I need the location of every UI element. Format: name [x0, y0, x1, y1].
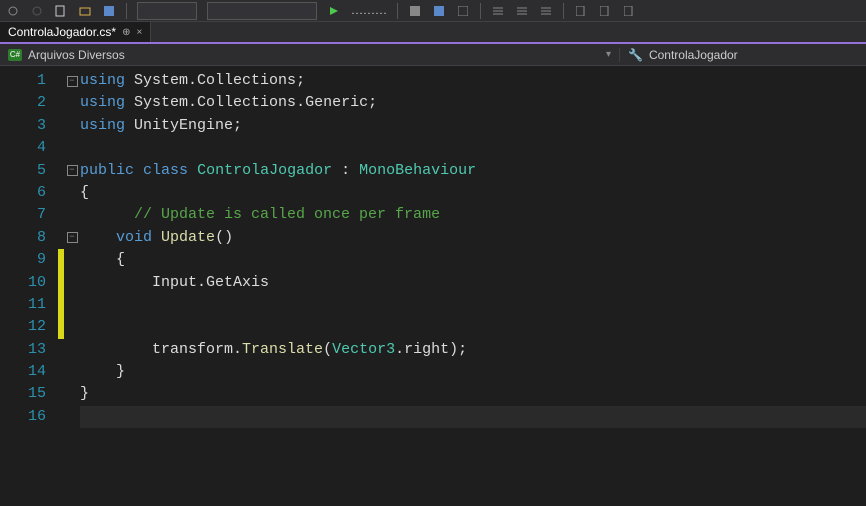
fold-cell	[64, 272, 80, 294]
nav-bar: C# Arquivos Diversos ▾ 🔧 ControlaJogador	[0, 44, 866, 66]
fold-cell	[64, 182, 80, 204]
fold-cell	[64, 383, 80, 405]
misc-icon-3[interactable]	[456, 4, 470, 18]
line-number: 1	[8, 70, 58, 92]
code-line[interactable]: }	[80, 361, 866, 383]
line-number: 3	[8, 115, 58, 137]
line-number: 5	[8, 160, 58, 182]
misc-icon-1[interactable]	[408, 4, 422, 18]
code-line[interactable]: using UnityEngine;	[80, 115, 866, 137]
code-line[interactable]: transform.Translate(Vector3.right);	[80, 339, 866, 361]
line-number: 9	[8, 249, 58, 271]
config-dropdown[interactable]	[137, 2, 197, 20]
play-icon[interactable]	[327, 4, 341, 18]
line-number: 4	[8, 137, 58, 159]
fold-cell	[64, 137, 80, 159]
indent-icon[interactable]	[491, 4, 505, 18]
document-tabs: ControlaJogador.cs* ⊕ ×	[0, 22, 866, 44]
code-line[interactable]	[80, 294, 866, 316]
nav-back-icon[interactable]	[6, 4, 20, 18]
nav-scope-left[interactable]: C# Arquivos Diversos ▾	[0, 48, 620, 62]
fold-cell	[64, 115, 80, 137]
fold-cell	[64, 249, 80, 271]
file-tab[interactable]: ControlaJogador.cs* ⊕ ×	[0, 21, 151, 42]
new-file-icon[interactable]	[54, 4, 68, 18]
line-number: 16	[8, 406, 58, 428]
main-toolbar: ………	[0, 0, 866, 22]
bookmark-icon[interactable]	[574, 4, 588, 18]
separator	[563, 3, 564, 19]
code-line[interactable]: using System.Collections.Generic;	[80, 92, 866, 114]
open-icon[interactable]	[78, 4, 92, 18]
fold-cell	[64, 406, 80, 428]
tab-filename: ControlaJogador.cs*	[8, 25, 116, 39]
nav-scope-right[interactable]: 🔧 ControlaJogador	[620, 48, 746, 62]
misc-icon-2[interactable]	[432, 4, 446, 18]
code-line[interactable]: }	[80, 383, 866, 405]
line-number: 10	[8, 272, 58, 294]
fold-cell	[64, 361, 80, 383]
line-number: 12	[8, 316, 58, 338]
comment-icon[interactable]	[539, 4, 553, 18]
class-icon: 🔧	[628, 48, 643, 62]
separator	[480, 3, 481, 19]
fold-cell	[64, 92, 80, 114]
margin	[0, 66, 8, 506]
line-number: 7	[8, 204, 58, 226]
close-icon[interactable]: ×	[136, 27, 142, 38]
code-line[interactable]	[80, 316, 866, 338]
line-number: 2	[8, 92, 58, 114]
outdent-icon[interactable]	[515, 4, 529, 18]
code-line[interactable]: // Update is called once per frame	[80, 204, 866, 226]
collapse-icon[interactable]: −	[67, 76, 78, 87]
bookmark-next-icon[interactable]	[598, 4, 612, 18]
nav-fwd-icon[interactable]	[30, 4, 44, 18]
line-number: 13	[8, 339, 58, 361]
fold-cell[interactable]: −	[64, 160, 80, 182]
line-number-gutter: 12345678910111213141516	[8, 66, 58, 506]
fold-cell	[64, 204, 80, 226]
line-number: 6	[8, 182, 58, 204]
fold-cell	[64, 316, 80, 338]
outlining-column[interactable]: − − −	[64, 66, 80, 506]
run-label[interactable]: ………	[351, 3, 387, 18]
code-line[interactable]: {	[80, 249, 866, 271]
code-line[interactable]	[80, 137, 866, 159]
separator	[126, 3, 127, 19]
code-line[interactable]	[80, 406, 866, 428]
code-editor[interactable]: 12345678910111213141516 −−− using System…	[0, 66, 866, 506]
line-number: 8	[8, 227, 58, 249]
code-line[interactable]: Input.GetAxis	[80, 272, 866, 294]
collapse-icon[interactable]: −	[67, 232, 78, 243]
bookmark-prev-icon[interactable]	[622, 4, 636, 18]
pin-icon[interactable]: ⊕	[122, 27, 130, 38]
line-number: 15	[8, 383, 58, 405]
code-content[interactable]: using System.Collections;using System.Co…	[80, 66, 866, 506]
code-line[interactable]: public class ControlaJogador : MonoBehav…	[80, 160, 866, 182]
fold-cell[interactable]: −	[64, 70, 80, 92]
code-line[interactable]: {	[80, 182, 866, 204]
line-number: 11	[8, 294, 58, 316]
code-line[interactable]: using System.Collections;	[80, 70, 866, 92]
line-number: 14	[8, 361, 58, 383]
separator	[397, 3, 398, 19]
fold-cell[interactable]: −	[64, 227, 80, 249]
fold-cell	[64, 339, 80, 361]
csharp-icon: C#	[8, 49, 22, 61]
nav-right-label: ControlaJogador	[649, 48, 738, 62]
nav-left-label: Arquivos Diversos	[28, 48, 125, 62]
platform-dropdown[interactable]	[207, 2, 317, 20]
fold-cell	[64, 294, 80, 316]
code-line[interactable]: void Update()	[80, 227, 866, 249]
collapse-icon[interactable]: −	[67, 165, 78, 176]
save-icon[interactable]	[102, 4, 116, 18]
chevron-down-icon[interactable]: ▾	[606, 49, 611, 60]
